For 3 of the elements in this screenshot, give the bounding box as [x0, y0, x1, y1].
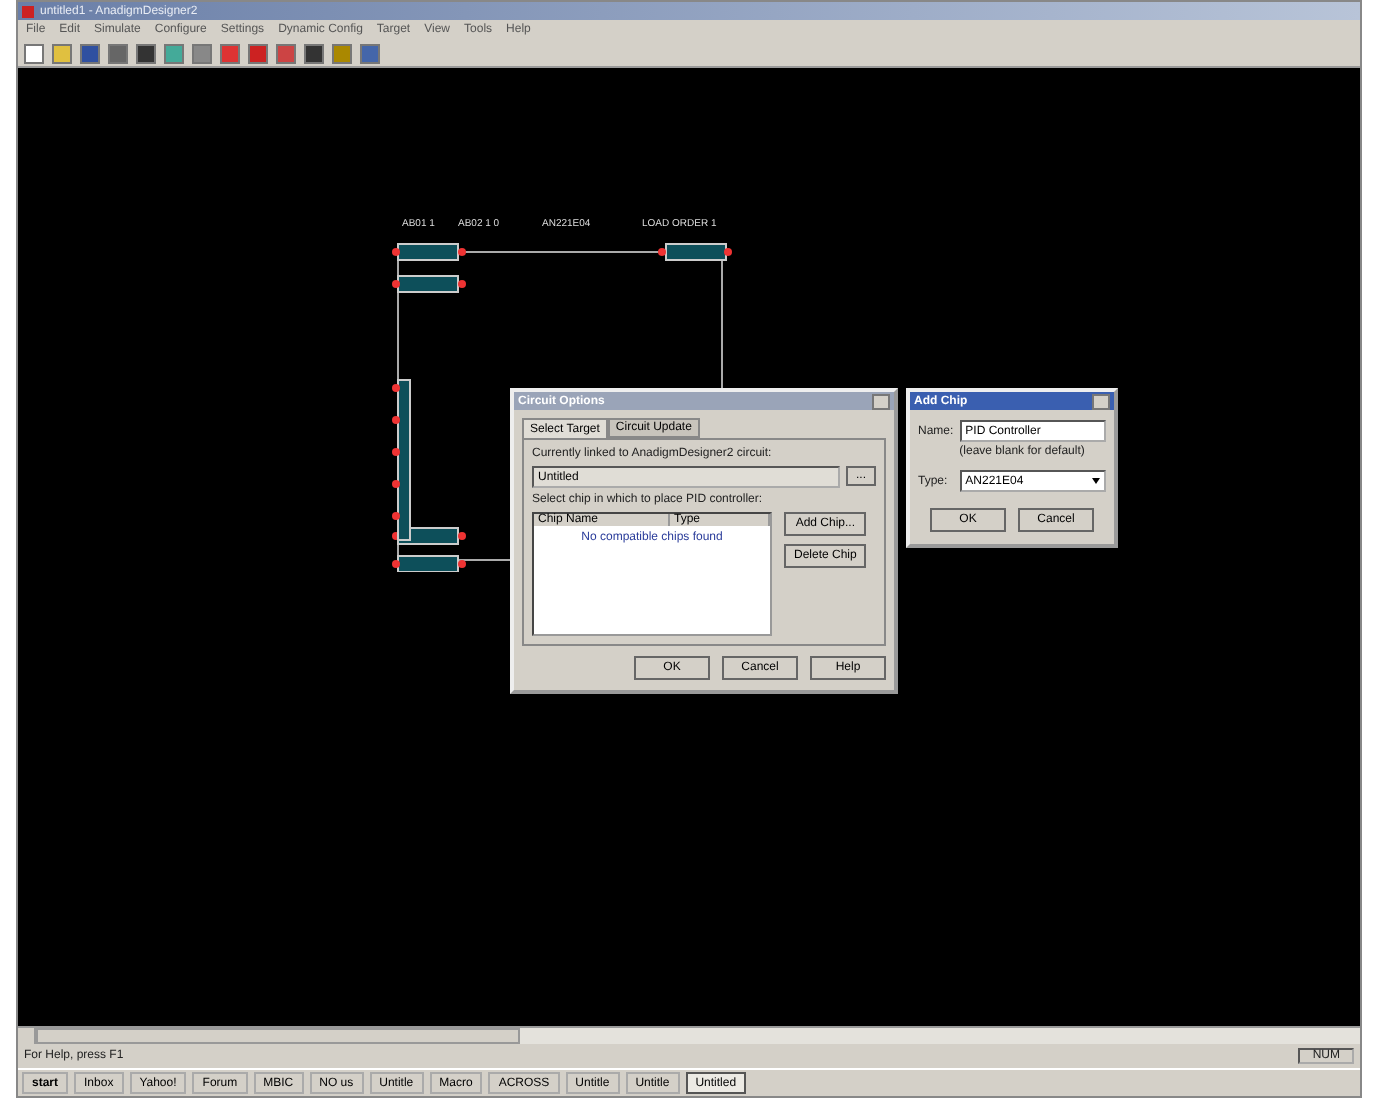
app-icon [22, 5, 34, 17]
scrollbar-thumb[interactable] [36, 1028, 520, 1044]
caret-icon [1092, 478, 1100, 484]
